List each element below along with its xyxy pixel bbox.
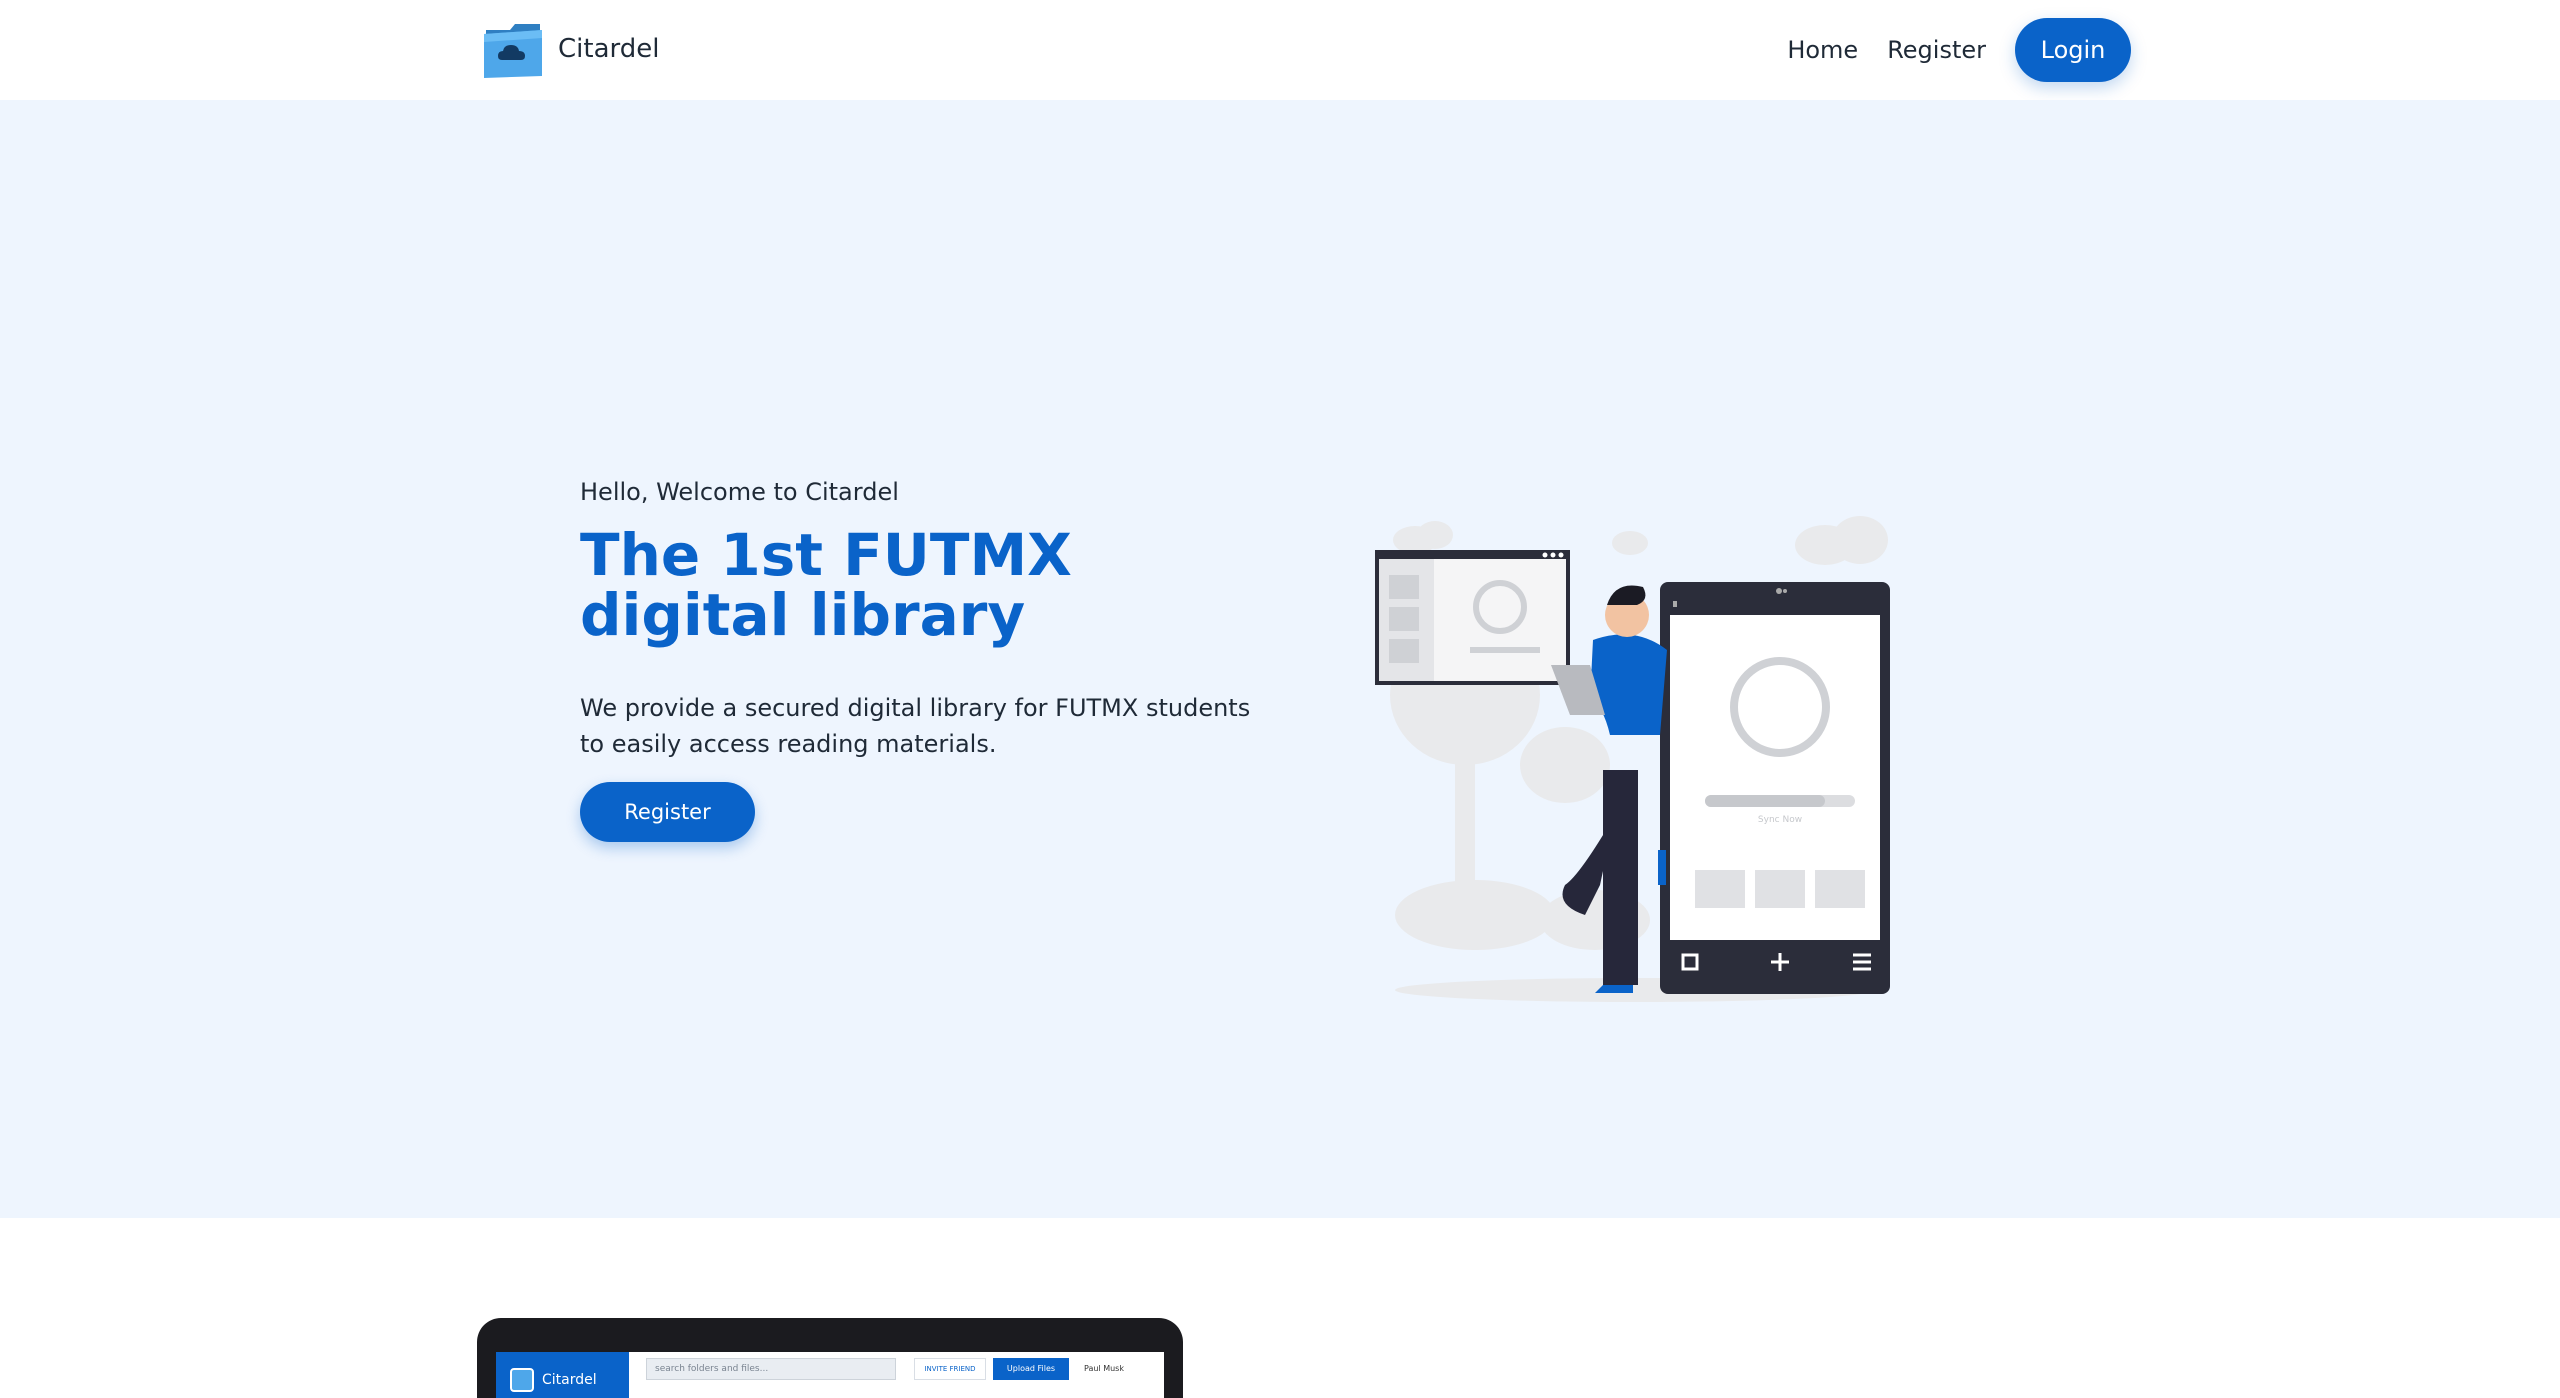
brand[interactable]: Citardel (480, 16, 659, 82)
hero-illustration: Sync Now (1375, 516, 1890, 1002)
navbar: Citardel Home Register Login (0, 0, 2560, 100)
preview-user-name: Paul Musk (1084, 1364, 1124, 1373)
preview-logo-icon (510, 1368, 534, 1392)
hero-register-button[interactable]: Register (580, 782, 755, 842)
brand-name: Citardel (558, 34, 660, 64)
preview-upload-button: Upload Files (993, 1358, 1069, 1380)
folder-cloud-icon (484, 24, 542, 78)
main-nav: Home Register Login (1787, 18, 2131, 82)
nav-home-link[interactable]: Home (1787, 36, 1858, 64)
nav-register-link[interactable]: Register (1887, 36, 1986, 64)
hero-section: Hello, Welcome to Citardel The 1st FUTMX… (0, 100, 2560, 1218)
preview-invite-button: INVITE FRIEND (914, 1358, 986, 1380)
hero-description: We provide a secured digital library for… (580, 694, 1251, 758)
hero-title: The 1st FUTMX digital library (580, 521, 1072, 649)
app-preview-laptop: Citardel search folders and files... INV… (477, 1318, 1183, 1398)
preview-sidebar: Citardel (496, 1352, 629, 1398)
preview-brand-name: Citardel (542, 1372, 597, 1388)
sync-caption: Sync Now (1758, 815, 1802, 825)
phone-mockup: Sync Now (1660, 582, 1890, 994)
hero-greeting: Hello, Welcome to Citardel (580, 478, 899, 506)
app-preview-screen: Citardel search folders and files... INV… (496, 1352, 1164, 1398)
preview-search-input: search folders and files... (646, 1358, 896, 1380)
browser-window (1375, 550, 1570, 685)
login-button[interactable]: Login (2015, 18, 2131, 82)
